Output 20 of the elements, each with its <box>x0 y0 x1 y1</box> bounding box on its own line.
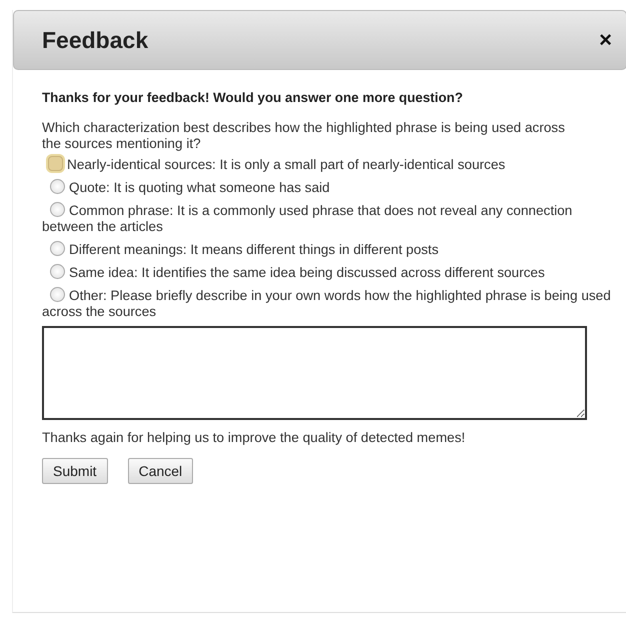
radio-button[interactable] <box>50 241 65 256</box>
radio-button[interactable] <box>48 156 63 171</box>
radio-button[interactable] <box>50 287 65 302</box>
radio-option[interactable]: Same idea: It identifies the same idea being discussed across different sources <box>42 264 622 281</box>
thanks-text: Thanks again for helping us to improve the quality of detected memes! <box>42 430 466 446</box>
submit-button[interactable]: Submit <box>42 458 108 484</box>
cancel-button[interactable]: Cancel <box>128 458 194 484</box>
radio-option[interactable]: Nearly-identical sources: It is only a small part of nearly-identical sources <box>42 156 622 173</box>
question-text: Which characterization best describes how the highlighted phrase is being used across the sources mentioning it? <box>42 120 566 152</box>
close-button[interactable]: × <box>599 27 612 53</box>
radio-option[interactable]: Common phrase: It is a commonly used phrase that does not reveal any connection between the articles <box>42 202 622 235</box>
radio-option[interactable]: Quote: It is quoting what someone has said <box>42 179 622 196</box>
radio-button[interactable] <box>50 179 65 194</box>
radio-option[interactable]: Other: Please briefly describe in your own words how the highlighted phrase is being used across the sources <box>42 287 622 320</box>
heading-text: Thanks for your feedback! Would you answer one more question? <box>42 90 464 106</box>
radio-button[interactable] <box>50 202 65 217</box>
answer-box[interactable] <box>42 326 587 420</box>
radio-option[interactable]: Different meanings: It means different things in different posts <box>42 241 622 258</box>
radio-button[interactable] <box>50 264 65 279</box>
window-title: Feedback <box>42 26 148 54</box>
